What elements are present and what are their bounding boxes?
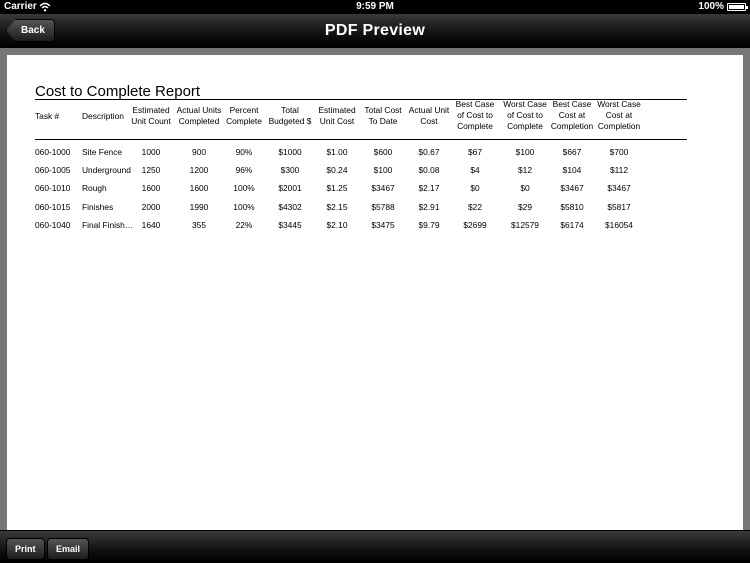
bottom-toolbar: Print Email bbox=[0, 530, 750, 563]
table-cell: $1.25 bbox=[326, 183, 348, 193]
table-cell: $0 bbox=[520, 183, 530, 193]
table-cell: 355 bbox=[192, 220, 206, 230]
column-header: Worst Case of Cost to Complete bbox=[503, 99, 547, 131]
table-cell: $0.24 bbox=[326, 165, 348, 175]
table-cell: $2699 bbox=[463, 220, 487, 230]
table-cell: $2001 bbox=[278, 183, 302, 193]
column-header: Actual Units Completed bbox=[176, 105, 222, 126]
table-cell: 060-1015 bbox=[35, 202, 71, 212]
table-cell: 22% bbox=[235, 220, 253, 230]
table-cell: $9.79 bbox=[418, 220, 440, 230]
table-cell: 100% bbox=[233, 202, 255, 212]
table-cell: $100 bbox=[373, 165, 393, 175]
table-cell: $2.17 bbox=[418, 183, 440, 193]
battery-icon bbox=[727, 3, 748, 11]
header-bottom-rule bbox=[35, 139, 687, 140]
table-cell: $3467 bbox=[371, 183, 395, 193]
table-cell: $700 bbox=[609, 147, 629, 157]
table-cell: $6174 bbox=[560, 220, 584, 230]
table-cell: $5810 bbox=[560, 202, 584, 212]
column-header: Task # bbox=[35, 111, 60, 121]
page-title: PDF Preview bbox=[324, 22, 426, 39]
table-cell: 96% bbox=[235, 165, 253, 175]
table-cell: $5788 bbox=[371, 202, 395, 212]
table-cell: $2.10 bbox=[326, 220, 348, 230]
table-cell: $2.91 bbox=[418, 202, 440, 212]
table-cell: $4302 bbox=[278, 202, 302, 212]
table-cell: 1600 bbox=[141, 183, 161, 193]
table-cell: $16054 bbox=[605, 220, 633, 230]
table-cell: 060-1010 bbox=[35, 183, 71, 193]
table-cell: $67 bbox=[468, 147, 482, 157]
navigation-bar: PDF Preview Back bbox=[0, 14, 750, 48]
table-cell: $5817 bbox=[607, 202, 631, 212]
table-cell: $3445 bbox=[278, 220, 302, 230]
back-button[interactable]: Back bbox=[6, 19, 55, 42]
table-cell: 2000 bbox=[141, 202, 161, 212]
column-header: Estimated Unit Cost bbox=[318, 105, 356, 126]
table-cell: 1000 bbox=[141, 147, 161, 157]
table-cell: $100 bbox=[515, 147, 535, 157]
table-cell: $2.15 bbox=[326, 202, 348, 212]
table-cell: 1990 bbox=[189, 202, 209, 212]
email-button[interactable]: Email bbox=[47, 538, 90, 560]
column-header: Worst Case Cost at Completion bbox=[597, 99, 641, 131]
table-cell: $3475 bbox=[371, 220, 395, 230]
table-cell: 100% bbox=[233, 183, 255, 193]
battery-percent: 100% bbox=[698, 1, 724, 12]
column-header: Actual Unit Cost bbox=[408, 105, 450, 126]
table-cell: $667 bbox=[562, 147, 582, 157]
table-cell: 060-1005 bbox=[35, 165, 71, 175]
table-cell: 060-1000 bbox=[35, 147, 71, 157]
table-cell: $3467 bbox=[607, 183, 631, 193]
table-cell: $4 bbox=[470, 165, 480, 175]
table-cell: $3467 bbox=[560, 183, 584, 193]
table-cell: $0 bbox=[470, 183, 480, 193]
table-cell: $600 bbox=[373, 147, 393, 157]
table-cell: 900 bbox=[192, 147, 206, 157]
clock: 9:59 PM bbox=[356, 1, 394, 12]
pdf-page: Cost to Complete Report Task # Descriptio… bbox=[7, 55, 743, 530]
table-cell: $12 bbox=[518, 165, 532, 175]
table-cell: $12579 bbox=[511, 220, 539, 230]
table-cell: 1640 bbox=[141, 220, 161, 230]
column-header: Best Case Cost at Completion bbox=[550, 99, 594, 131]
table-cell: $104 bbox=[562, 165, 582, 175]
table-cell: 1250 bbox=[141, 165, 161, 175]
table-cell: $22 bbox=[468, 202, 482, 212]
print-button[interactable]: Print bbox=[6, 538, 45, 560]
table-cell: $29 bbox=[518, 202, 532, 212]
pdf-preview-area[interactable]: Cost to Complete Report Task # Descriptio… bbox=[0, 48, 750, 530]
table-cell: $300 bbox=[280, 165, 300, 175]
status-bar: Carrier 9:59 PM 100% bbox=[0, 0, 750, 14]
column-header: Best Case of Cost to Complete bbox=[455, 99, 495, 131]
table-cell: 90% bbox=[235, 147, 253, 157]
report-title: Cost to Complete Report bbox=[35, 83, 201, 100]
column-header: Total Cost To Date bbox=[364, 105, 402, 126]
table-cell: 1200 bbox=[189, 165, 209, 175]
column-header: Estimated Unit Count bbox=[131, 105, 171, 126]
table-cell: $1000 bbox=[278, 147, 302, 157]
column-header: Percent Complete bbox=[226, 105, 262, 126]
table-cell: $1.00 bbox=[326, 147, 348, 157]
table-cell: $112 bbox=[609, 165, 628, 175]
table-cell: $0.08 bbox=[418, 165, 440, 175]
column-header: Total Budgeted $ bbox=[268, 105, 312, 126]
table-cell: $0.67 bbox=[418, 147, 440, 157]
table-cell: 1600 bbox=[189, 183, 209, 193]
table-cell: 060-1040 bbox=[35, 220, 71, 230]
